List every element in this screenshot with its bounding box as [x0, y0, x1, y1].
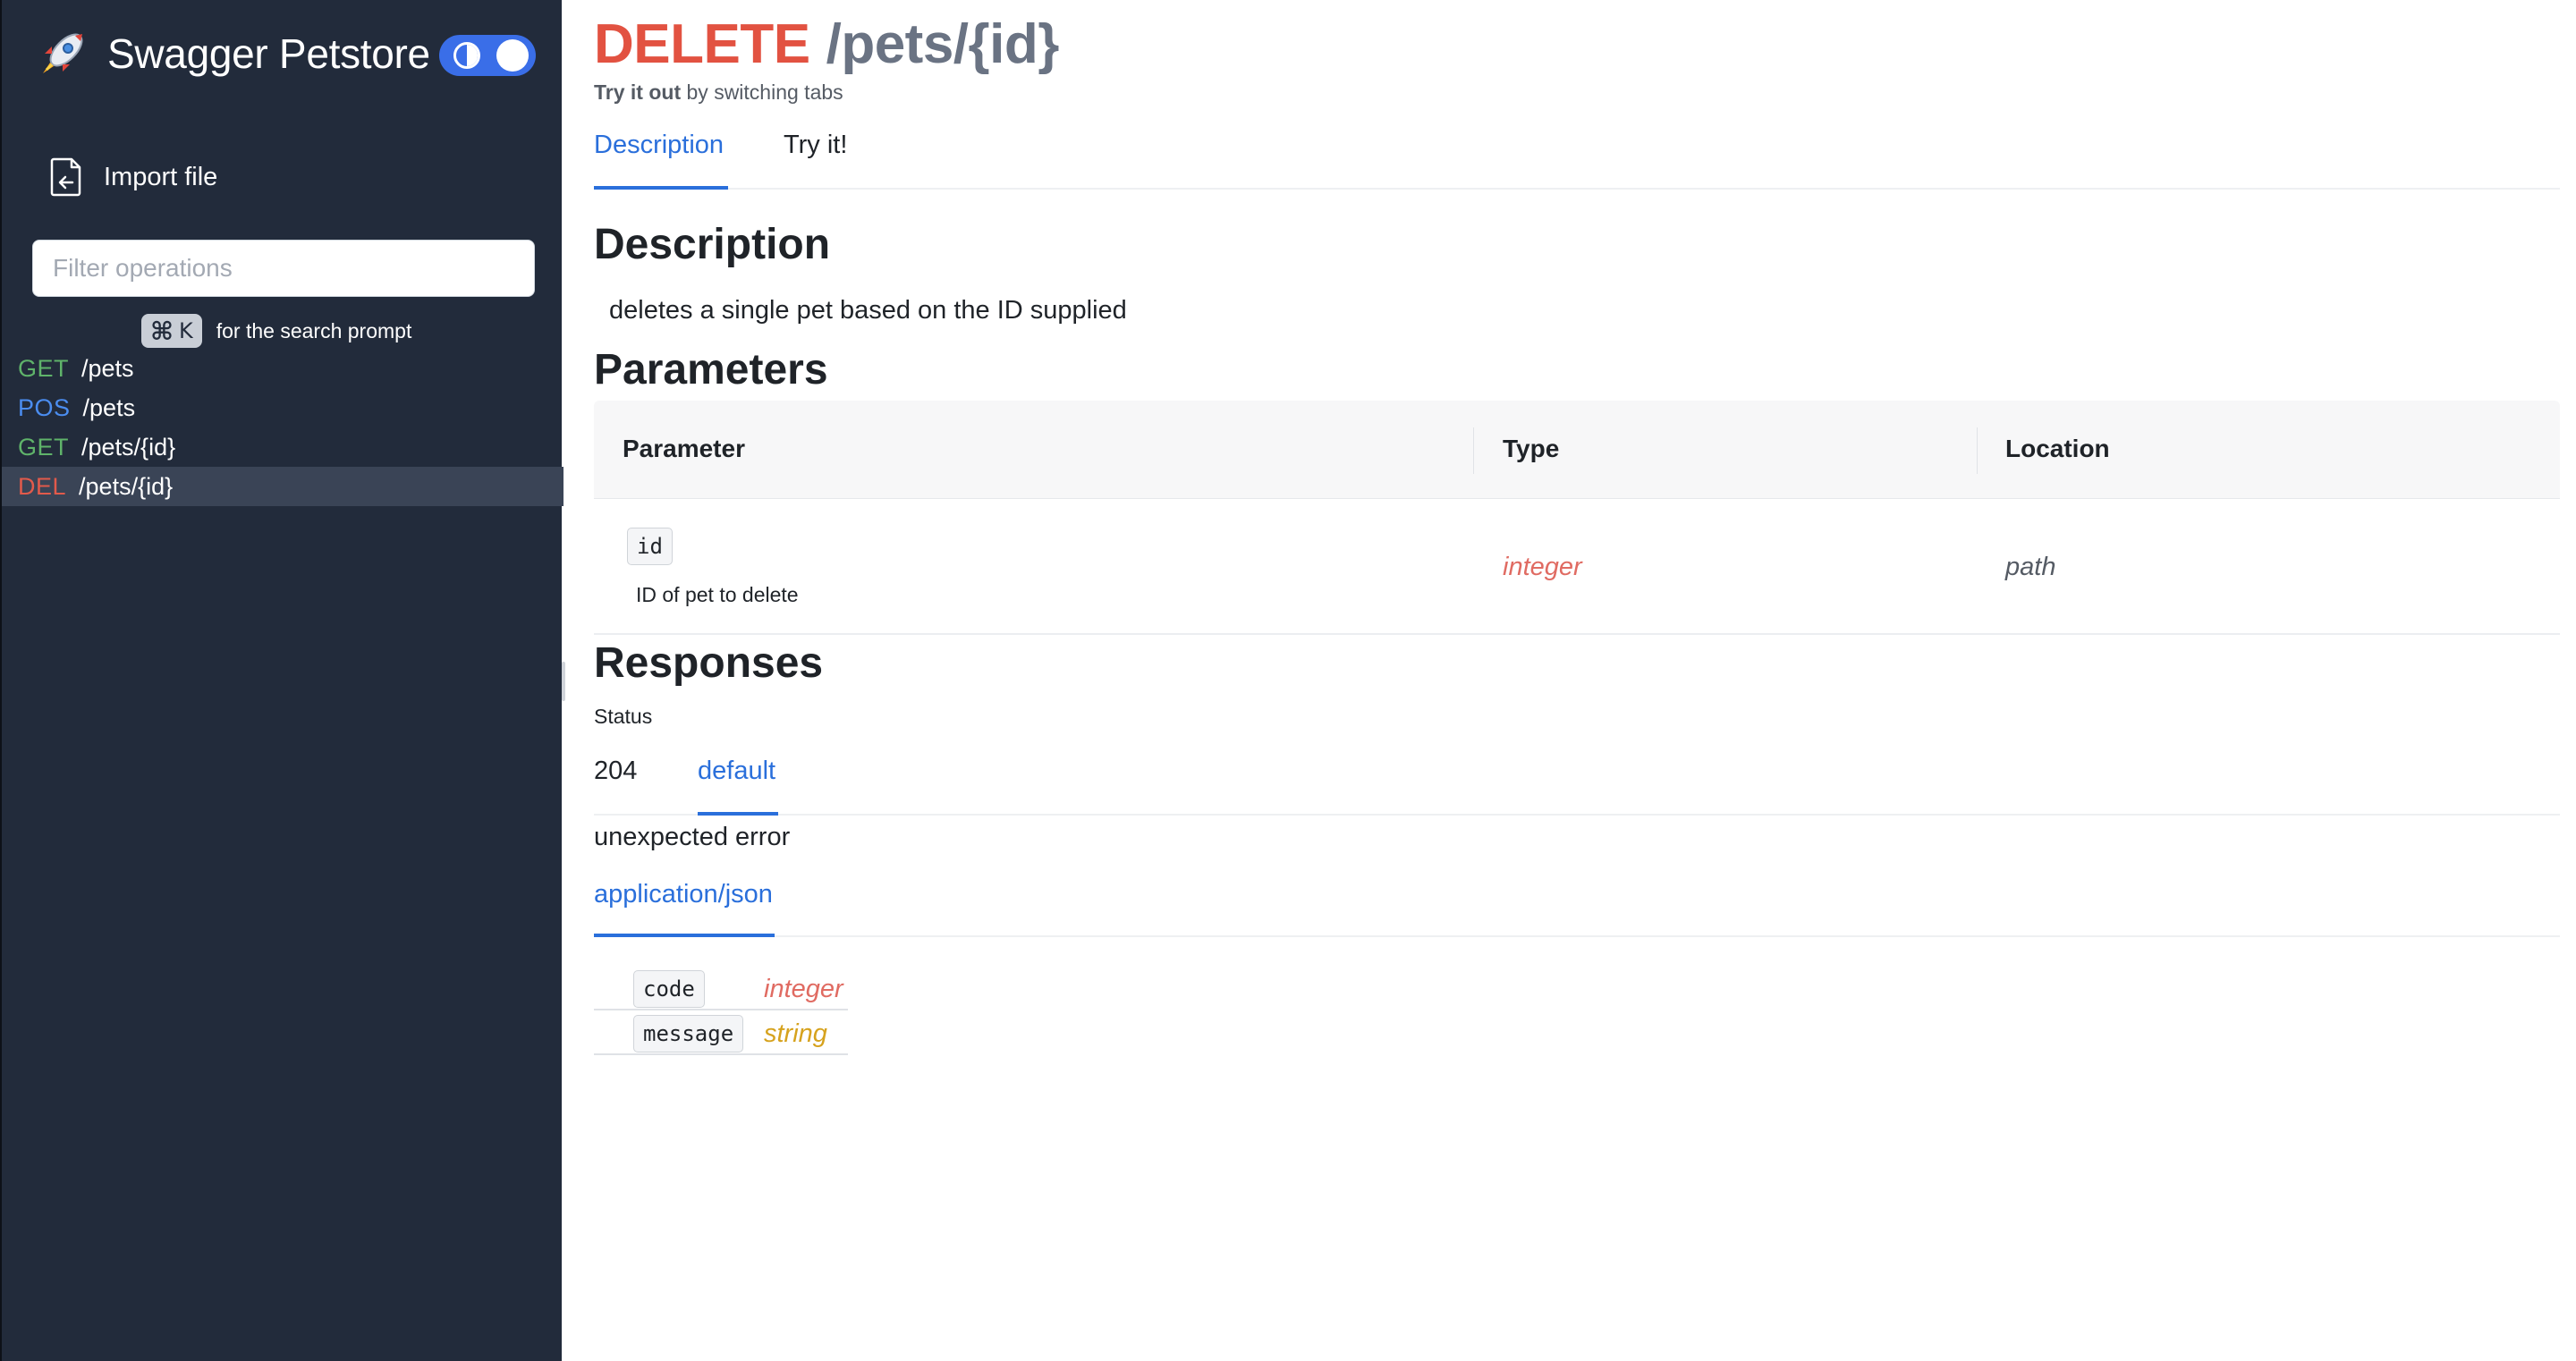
response-description: unexpected error	[594, 823, 791, 851]
operation-item-delete-pet[interactable]: DEL /pets/{id}	[2, 467, 564, 506]
tab-application-json[interactable]: application/json	[594, 880, 775, 937]
subtitle-text: by switching tabs	[686, 80, 843, 104]
brand: Swagger Petstore	[36, 25, 430, 82]
toggle-knob	[496, 39, 529, 72]
operation-heading: DELETE/pets/{id}	[594, 13, 1059, 76]
operation-detail: DELETE/pets/{id} Try it out by switching…	[594, 0, 2562, 1361]
parameters-title: Parameters	[594, 346, 828, 393]
response-schema: code integer message string	[594, 966, 848, 1055]
operation-item-get-pets[interactable]: GET /pets	[2, 349, 564, 388]
import-file-button[interactable]: Import file	[50, 155, 217, 199]
parameter-name: id	[627, 528, 673, 565]
operation-item-post-pets[interactable]: POS /pets	[2, 388, 564, 427]
method-badge: DEL	[18, 472, 67, 500]
column-header-type: Type	[1503, 435, 1560, 462]
parameters-table-header: Parameter Type Location	[594, 401, 2560, 499]
description-title: Description	[594, 221, 831, 268]
content-type-tabs: application/json	[594, 880, 2560, 937]
tab-status-default[interactable]: default	[698, 757, 778, 816]
contrast-icon	[453, 42, 480, 69]
app-title: Swagger Petstore	[107, 30, 430, 77]
method-badge: GET	[18, 354, 70, 382]
sidebar-resize-handle[interactable]	[562, 662, 565, 701]
theme-toggle[interactable]	[439, 35, 536, 76]
tab-status-204[interactable]: 204	[594, 757, 637, 816]
shortcut-key: ⌘ K	[141, 314, 202, 348]
shortcut-hint-text: for the search prompt	[216, 318, 412, 342]
method-badge: POS	[18, 393, 71, 421]
tab-description[interactable]: Description	[594, 131, 728, 190]
operation-tabs: Description Try it!	[594, 131, 2560, 190]
parameter-type: integer	[1503, 553, 1582, 581]
column-header-location: Location	[2005, 435, 2110, 462]
operation-item-get-pet-by-id[interactable]: GET /pets/{id}	[2, 427, 564, 467]
property-type: integer	[764, 975, 843, 1003]
operation-path: /pets/{id}	[79, 472, 174, 500]
import-file-label: Import file	[104, 162, 218, 191]
schema-property-row: message string	[594, 1010, 848, 1055]
operations-list: GET /pets POS /pets GET /pets/{id} DEL /…	[2, 349, 564, 506]
responses-title: Responses	[594, 639, 824, 687]
parameter-description: ID of pet to delete	[636, 583, 799, 606]
operation-path: /pets	[81, 354, 134, 382]
file-import-icon	[50, 157, 81, 197]
operation-path-title: /pets/{id}	[826, 13, 1060, 75]
property-name: code	[633, 970, 705, 1008]
schema-property-row: code integer	[594, 966, 848, 1010]
command-icon: ⌘	[150, 316, 174, 346]
column-divider	[1473, 427, 1474, 474]
table-row: id ID of pet to delete integer path	[594, 499, 2560, 635]
column-header-parameter: Parameter	[623, 435, 745, 462]
subtitle-strong: Try it out	[594, 80, 682, 104]
tab-try-it[interactable]: Try it!	[784, 131, 847, 190]
rocket-icon	[43, 33, 83, 73]
column-divider	[1977, 427, 1978, 474]
search-shortcut-hint: ⌘ K for the search prompt	[141, 313, 411, 349]
status-label: Status	[594, 705, 653, 728]
filter-operations-input[interactable]	[32, 240, 535, 297]
parameters-table: Parameter Type Location id ID of pet to …	[594, 401, 2560, 635]
method-badge: GET	[18, 433, 70, 461]
operation-path: /pets/{id}	[81, 433, 176, 461]
parameter-location: path	[2005, 553, 2056, 581]
property-name: message	[633, 1015, 744, 1052]
property-type: string	[764, 1019, 827, 1048]
operation-subtitle: Try it out by switching tabs	[594, 80, 843, 105]
shortcut-letter: K	[178, 318, 193, 343]
operation-method: DELETE	[594, 13, 810, 75]
response-status-tabs: 204 default	[594, 757, 2560, 816]
sidebar: Swagger Petstore Import file ⌘ K for the…	[0, 0, 564, 1361]
operation-path: /pets	[82, 393, 136, 421]
description-text: deletes a single pet based on the ID sup…	[609, 296, 1127, 325]
